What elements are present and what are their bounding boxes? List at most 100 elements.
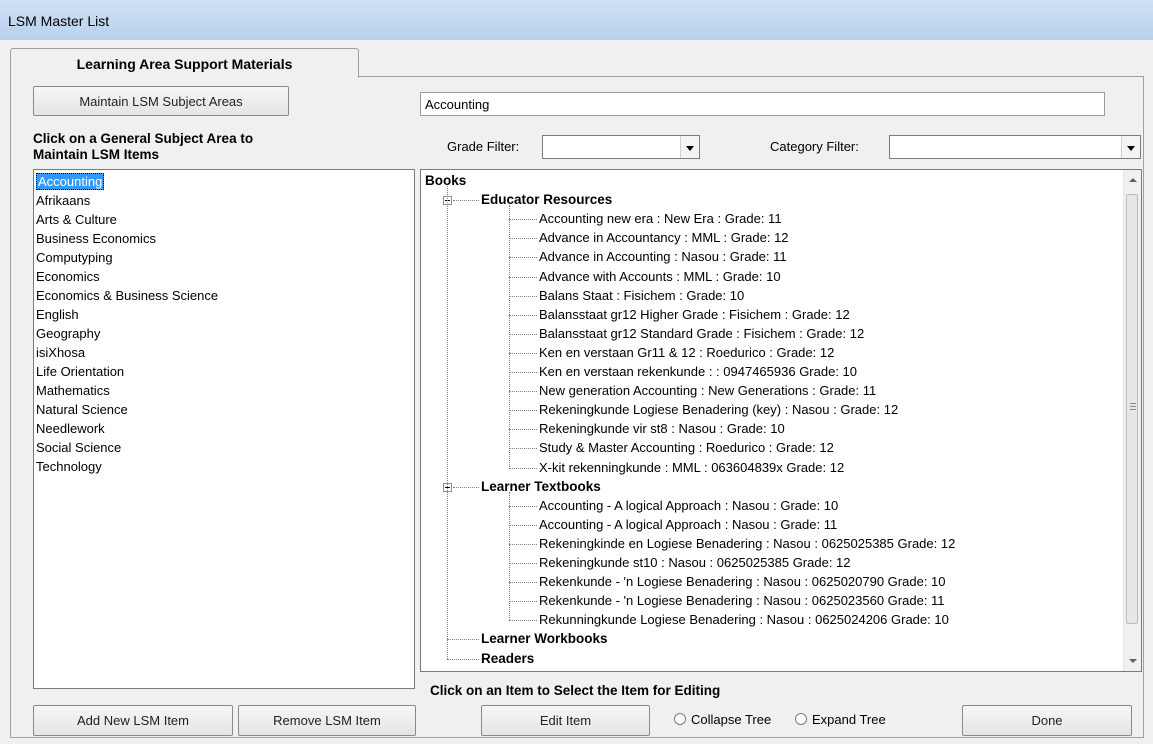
- tree-item[interactable]: Rekeningkunde vir st8 : Nasou : Grade: 1…: [539, 420, 785, 438]
- add-lsm-item-button[interactable]: Add New LSM Item: [33, 705, 233, 736]
- tree-item[interactable]: Advance with Accounts : MML : Grade: 10: [539, 268, 781, 286]
- tree-connector: [509, 276, 537, 278]
- tree-item[interactable]: Ken en verstaan rekenkunde : : 094746593…: [539, 363, 857, 381]
- tree-connector: [509, 352, 537, 354]
- subject-list-item-label: Needlework: [36, 421, 105, 436]
- tree-scrollbar[interactable]: [1123, 170, 1141, 671]
- category-filter-dropdown[interactable]: [889, 135, 1141, 159]
- tree-item[interactable]: Balansstaat gr12 Standard Grade : Fisich…: [539, 325, 864, 343]
- subject-list-item-label: Mathematics: [36, 383, 110, 398]
- tree-group-label[interactable]: Educator Resources: [481, 191, 612, 209]
- scroll-thumb[interactable]: [1126, 194, 1138, 624]
- tree-connector: [447, 658, 479, 660]
- subject-list-item[interactable]: Afrikaans: [34, 191, 414, 210]
- subject-list-item[interactable]: Economics & Business Science: [34, 286, 414, 305]
- done-button[interactable]: Done: [962, 705, 1132, 736]
- subject-list-item[interactable]: isiXhosa: [34, 343, 414, 362]
- subject-list-item-label: Economics: [36, 269, 100, 284]
- tree-item[interactable]: Rekeningkinde en Logiese Benadering : Na…: [539, 535, 955, 553]
- tree-item[interactable]: X-kit rekenningkunde : MML : 063604839x …: [539, 459, 844, 477]
- grade-filter-label: Grade Filter:: [447, 139, 520, 154]
- subject-list-item[interactable]: Life Orientation: [34, 362, 414, 381]
- grip-icon: [1130, 403, 1136, 404]
- tree-connector: [509, 391, 537, 393]
- tree-item[interactable]: Rekeningkunde st10 : Nasou : 0625025385 …: [539, 554, 851, 572]
- tree-connector: [509, 219, 537, 221]
- lsm-tree-view[interactable]: Books Educator Resources Accounting new er…: [420, 169, 1142, 672]
- tree-item[interactable]: Rekenkunde - 'n Logiese Benadering : Nas…: [539, 573, 946, 591]
- expand-tree-radio[interactable]: [795, 713, 807, 725]
- subject-list-item[interactable]: Mathematics: [34, 381, 414, 400]
- subject-list-item-label: Business Economics: [36, 231, 156, 246]
- subject-list-item-label: Afrikaans: [36, 193, 91, 208]
- tree-item[interactable]: Rekunningkunde Logiese Benadering : Naso…: [539, 611, 949, 629]
- subject-list-item-label: English: [36, 307, 79, 322]
- tree-item[interactable]: Accounting - A logical Approach : Nasou …: [539, 516, 837, 534]
- subject-list-item[interactable]: Economics: [34, 267, 414, 286]
- selected-subject-field[interactable]: Accounting: [420, 92, 1105, 116]
- tree-group-label[interactable]: Learner Workbooks: [481, 630, 608, 648]
- expand-tree-label[interactable]: Expand Tree: [812, 712, 886, 727]
- tree-connector: [509, 563, 537, 564]
- tree-group-label[interactable]: Readers: [481, 650, 534, 668]
- subject-list-item-label: Natural Science: [36, 402, 128, 417]
- tree-item[interactable]: Balans Staat : Fisichem : Grade: 10: [539, 287, 744, 305]
- subject-heading-line2: Maintain LSM Items: [33, 147, 160, 162]
- tree-connector: [453, 486, 479, 488]
- tree-connector: [509, 295, 537, 297]
- subject-list-item-label: isiXhosa: [36, 345, 86, 360]
- scroll-down-icon[interactable]: [1129, 659, 1137, 663]
- subject-heading-line1: Click on a General Subject Area to: [33, 131, 254, 146]
- tree-item[interactable]: Advance in Accountancy : MML : Grade: 12: [539, 229, 789, 247]
- tree-item[interactable]: Accounting - A logical Approach : Nasou …: [539, 497, 838, 515]
- subject-list-heading: Click on a General Subject Area to Maint…: [33, 131, 253, 163]
- subject-list-item[interactable]: Geography: [34, 324, 414, 343]
- subject-list-item[interactable]: Social Science: [34, 438, 414, 457]
- tree-connector: [453, 200, 479, 202]
- tree-root-label[interactable]: Books: [425, 172, 466, 190]
- subject-list-item[interactable]: Technology: [34, 457, 414, 476]
- subject-list-item[interactable]: Natural Science: [34, 400, 414, 419]
- collapse-tree-radio[interactable]: [674, 713, 686, 725]
- tab-learning-area-support-materials[interactable]: Learning Area Support Materials: [10, 48, 359, 78]
- subject-list-item-label: Computyping: [36, 250, 113, 265]
- subject-list[interactable]: Accounting Afrikaans Arts & Culture Busines…: [33, 169, 415, 689]
- tree-item[interactable]: New generation Accounting : New Generati…: [539, 382, 876, 400]
- subject-list-item[interactable]: Accounting: [34, 172, 414, 191]
- grip-icon: [1130, 409, 1136, 410]
- collapse-tree-label[interactable]: Collapse Tree: [691, 712, 771, 727]
- grade-filter-dropdown[interactable]: [542, 135, 700, 159]
- subject-list-item[interactable]: English: [34, 305, 414, 324]
- tab-label: Learning Area Support Materials: [76, 56, 293, 72]
- tree-item[interactable]: Rekenkunde - 'n Logiese Benadering : Nas…: [539, 592, 945, 610]
- tree-group-label[interactable]: Learner Textbooks: [481, 478, 601, 496]
- category-filter-label: Category Filter:: [770, 139, 859, 154]
- remove-lsm-item-button[interactable]: Remove LSM Item: [238, 705, 416, 736]
- tree-item[interactable]: Balansstaat gr12 Higher Grade : Fisichem…: [539, 306, 850, 324]
- subject-list-item[interactable]: Business Economics: [34, 229, 414, 248]
- edit-item-button[interactable]: Edit Item: [481, 705, 650, 736]
- maintain-subject-areas-button[interactable]: Maintain LSM Subject Areas: [33, 86, 289, 116]
- subject-list-item[interactable]: Computyping: [34, 248, 414, 267]
- tree-item[interactable]: Study & Master Accounting : Roedurico : …: [539, 439, 834, 457]
- tree-connector: [509, 238, 537, 240]
- tree-connector: [509, 543, 537, 545]
- tree-connector: [447, 639, 479, 641]
- subject-list-item-label: Geography: [36, 326, 101, 341]
- chevron-down-icon[interactable]: [680, 136, 699, 158]
- tree-item[interactable]: Rekeningkunde Logiese Benadering (key) :…: [539, 401, 898, 419]
- subject-list-item[interactable]: Needlework: [34, 419, 414, 438]
- tree-item[interactable]: Accounting new era : New Era : Grade: 11: [539, 210, 782, 228]
- subject-list-item[interactable]: Arts & Culture: [34, 210, 414, 229]
- tree-connector: [509, 333, 537, 335]
- grip-icon: [1130, 406, 1136, 407]
- tree-connector: [509, 410, 537, 412]
- subject-list-item-label: Arts & Culture: [36, 212, 117, 227]
- tree-connector: [509, 601, 537, 603]
- tree-connector: [509, 372, 537, 373]
- subject-list-item-label: Technology: [36, 459, 102, 474]
- tree-item[interactable]: Advance in Accounting : Nasou : Grade: 1…: [539, 248, 787, 266]
- tree-item[interactable]: Ken en verstaan Gr11 & 12 : Roedurico : …: [539, 344, 834, 362]
- scroll-up-icon[interactable]: [1129, 178, 1137, 182]
- chevron-down-icon[interactable]: [1121, 136, 1140, 158]
